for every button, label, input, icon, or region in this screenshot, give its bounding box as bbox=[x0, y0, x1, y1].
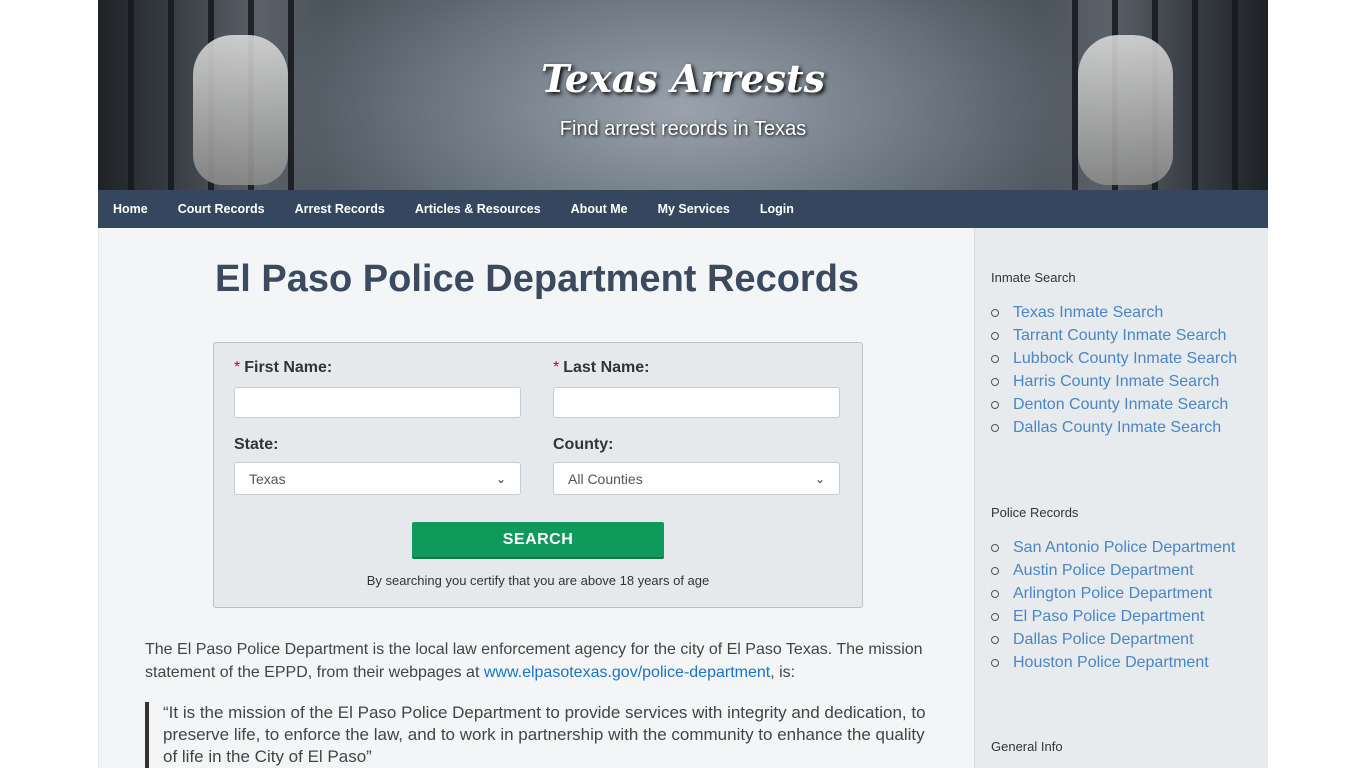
first-name-input[interactable] bbox=[234, 387, 521, 418]
nav-login[interactable]: Login bbox=[745, 190, 809, 228]
intro-paragraph: The El Paso Police Department is the loc… bbox=[145, 638, 935, 684]
site-header: Texas Arrests Find arrest records in Tex… bbox=[98, 0, 1268, 190]
nav-court-records[interactable]: Court Records bbox=[163, 190, 280, 228]
mission-quote: “It is the mission of the El Paso Police… bbox=[145, 702, 943, 768]
list-item[interactable]: Dallas County Inmate Search bbox=[991, 416, 1237, 439]
nav-about-me[interactable]: About Me bbox=[556, 190, 643, 228]
list-item[interactable]: Arlington Police Department bbox=[991, 582, 1235, 605]
state-select-value: Texas bbox=[249, 470, 286, 487]
chevron-down-icon: ⌄ bbox=[495, 471, 506, 486]
inmate-search-list: Texas Inmate Search Tarrant County Inmat… bbox=[991, 301, 1237, 439]
nav-home[interactable]: Home bbox=[98, 190, 163, 228]
page-wrapper: Texas Arrests Find arrest records in Tex… bbox=[98, 0, 1268, 768]
required-mark: * bbox=[234, 359, 241, 376]
state-select[interactable]: Texas ⌄ bbox=[234, 462, 521, 495]
site-subtitle: Find arrest records in Texas bbox=[559, 118, 807, 140]
list-item[interactable]: Dallas Police Department bbox=[991, 628, 1235, 651]
state-label: State: bbox=[234, 436, 279, 453]
epd-website-link[interactable]: www.elpasotexas.gov/police-department bbox=[484, 664, 770, 681]
general-info-heading: General Info bbox=[991, 739, 1063, 754]
last-name-label: * Last Name: bbox=[553, 359, 650, 376]
nav-arrest-records[interactable]: Arrest Records bbox=[280, 190, 400, 228]
site-title[interactable]: Texas Arrests bbox=[98, 56, 1268, 101]
nav-articles-resources[interactable]: Articles & Resources bbox=[400, 190, 556, 228]
list-item[interactable]: Austin Police Department bbox=[991, 559, 1235, 582]
required-mark: * bbox=[553, 359, 560, 376]
police-records-heading: Police Records bbox=[991, 505, 1079, 520]
list-item[interactable]: Harris County Inmate Search bbox=[991, 370, 1237, 393]
main-nav: Home Court Records Arrest Records Articl… bbox=[98, 190, 1268, 228]
last-name-input[interactable] bbox=[553, 387, 840, 418]
county-select[interactable]: All Counties ⌄ bbox=[553, 462, 840, 495]
county-select-value: All Counties bbox=[568, 470, 643, 487]
main-content: El Paso Police Department Records * First… bbox=[98, 228, 975, 768]
list-item[interactable]: Lubbock County Inmate Search bbox=[991, 347, 1237, 370]
nav-my-services[interactable]: My Services bbox=[643, 190, 745, 228]
chevron-down-icon: ⌄ bbox=[814, 471, 825, 486]
age-certification-text: By searching you certify that you are ab… bbox=[366, 573, 710, 588]
sidebar: Inmate Search Texas Inmate Search Tarran… bbox=[974, 228, 1268, 768]
police-records-list: San Antonio Police Department Austin Pol… bbox=[991, 536, 1235, 674]
list-item[interactable]: Tarrant County Inmate Search bbox=[991, 324, 1237, 347]
list-item[interactable]: San Antonio Police Department bbox=[991, 536, 1235, 559]
list-item[interactable]: El Paso Police Department bbox=[991, 605, 1235, 628]
intro-text-end: , is: bbox=[770, 664, 796, 681]
search-form: * First Name: * Last Name: State: County: … bbox=[213, 342, 863, 608]
list-item[interactable]: Texas Inmate Search bbox=[991, 301, 1237, 324]
list-item[interactable]: Denton County Inmate Search bbox=[991, 393, 1237, 416]
page-title: El Paso Police Department Records bbox=[214, 258, 860, 300]
inmate-search-heading: Inmate Search bbox=[991, 270, 1076, 285]
county-label: County: bbox=[553, 436, 614, 453]
list-item[interactable]: Houston Police Department bbox=[991, 651, 1235, 674]
first-name-label: * First Name: bbox=[234, 359, 333, 376]
search-button[interactable]: SEARCH bbox=[412, 522, 664, 559]
